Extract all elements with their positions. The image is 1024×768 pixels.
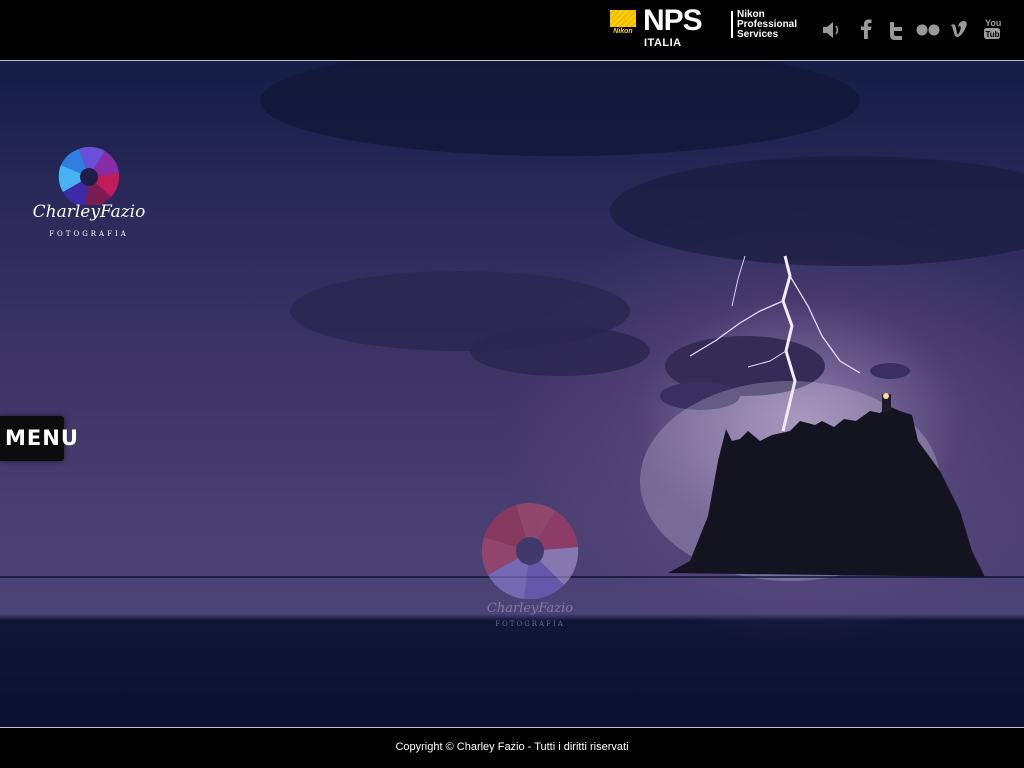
footer: Copyright © Charley Fazio - Tutti i diri… bbox=[0, 728, 1024, 768]
svg-text:You: You bbox=[985, 18, 1001, 28]
nps-title: NPS bbox=[643, 4, 703, 37]
nps-divider bbox=[731, 11, 733, 38]
nikon-logo-text: Nikon bbox=[610, 27, 636, 37]
svg-text:Tube: Tube bbox=[986, 30, 1005, 39]
copyright-text: Copyright © Charley Fazio - Tutti i diri… bbox=[395, 741, 629, 753]
header-bar: Nikon NPS ITALIA Nikon Professional Serv… bbox=[0, 0, 1024, 60]
aperture-watermark-icon bbox=[481, 503, 579, 600]
facebook-icon[interactable] bbox=[853, 15, 879, 45]
speaker-icon[interactable] bbox=[818, 15, 844, 45]
photo-watermark: CharleyFazio FOTOGRAFIA bbox=[477, 499, 583, 634]
logo-name: CharleyFazio bbox=[32, 202, 146, 222]
twitter-icon[interactable] bbox=[883, 15, 909, 45]
nps-services-label: Nikon Professional Services bbox=[737, 10, 797, 40]
youtube-icon[interactable]: You Tube bbox=[979, 15, 1005, 45]
vimeo-icon[interactable] bbox=[947, 15, 973, 45]
watermark-name: CharleyFazio bbox=[486, 601, 574, 616]
nps-region: ITALIA bbox=[644, 37, 682, 49]
site-logo[interactable]: CharleyFazio FOTOGRAFIA bbox=[26, 145, 152, 245]
hero-photo: CharleyFazio FOTOGRAFIA CharleyFazio FOT… bbox=[0, 61, 1024, 727]
aperture-logo-icon bbox=[58, 146, 120, 208]
menu-button[interactable]: MENU bbox=[0, 416, 78, 461]
watermark-tagline: FOTOGRAFIA bbox=[495, 620, 565, 628]
nikon-logo: Nikon bbox=[610, 10, 636, 37]
page: Nikon NPS ITALIA Nikon Professional Serv… bbox=[0, 0, 1024, 768]
flickr-icon[interactable] bbox=[915, 15, 941, 45]
logo-tagline: FOTOGRAFIA bbox=[49, 230, 129, 238]
nps-services-line-3: Services bbox=[737, 29, 779, 40]
